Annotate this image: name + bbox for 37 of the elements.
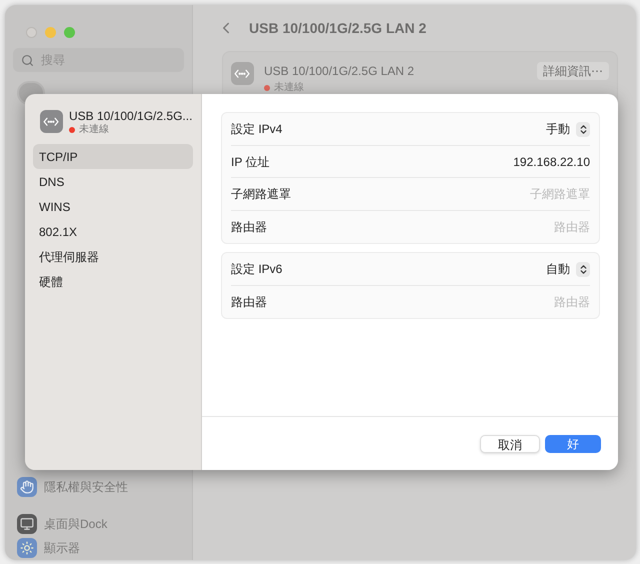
up-down-icon (576, 122, 590, 137)
text-field[interactable]: 192.168.22.10 (420, 152, 590, 171)
row-label: 路由器 (231, 218, 267, 236)
row-label: 路由器 (231, 294, 267, 311)
popup-button[interactable]: 自動 (546, 260, 590, 278)
window-title: USB 10/100/1G/2.5G LAN 2 (249, 18, 426, 38)
text-field[interactable]: 路由器 (420, 292, 590, 311)
row-label: 子網路遮罩 (231, 186, 291, 204)
nav-item[interactable]: 硬體 (33, 269, 193, 294)
network-port-icon (40, 110, 63, 133)
sun-icon (17, 538, 37, 558)
close-icon[interactable] (26, 27, 37, 38)
nav-item[interactable]: DNS (33, 169, 193, 194)
row-label: 設定 IPv4 (231, 121, 282, 138)
status-text: 未連線 (274, 80, 304, 95)
search-icon (21, 54, 34, 66)
hand-icon (17, 477, 37, 497)
network-port-icon (231, 62, 254, 85)
device-name: USB 10/100/1G/2.5G... (69, 110, 192, 123)
nav-item[interactable]: WINS (33, 194, 193, 219)
row-label: IP 位址 (231, 154, 270, 171)
nav-item[interactable]: 代理伺服器 (33, 244, 193, 269)
details-button[interactable]: 詳細資訊⋯ (537, 62, 609, 80)
up-down-icon (576, 262, 590, 277)
device-name: USB 10/100/1G/2.5G LAN 2 (264, 63, 416, 80)
monitor-icon (17, 514, 37, 534)
popup-button[interactable]: 手動 (546, 120, 590, 138)
ok-button[interactable]: 好 (545, 434, 601, 452)
zoom-icon[interactable] (64, 27, 75, 38)
text-field[interactable]: 路由器 (420, 218, 590, 236)
status-text: 未連線 (79, 123, 109, 136)
cancel-button[interactable]: 取消 (480, 434, 540, 452)
row-label: 設定 IPv6 (231, 261, 282, 278)
nav-item[interactable]: 802.1X (33, 219, 193, 244)
minimize-icon[interactable] (45, 27, 56, 38)
text-field[interactable]: 子網路遮罩 (420, 185, 590, 204)
nav-item[interactable]: TCP/IP (33, 144, 193, 169)
